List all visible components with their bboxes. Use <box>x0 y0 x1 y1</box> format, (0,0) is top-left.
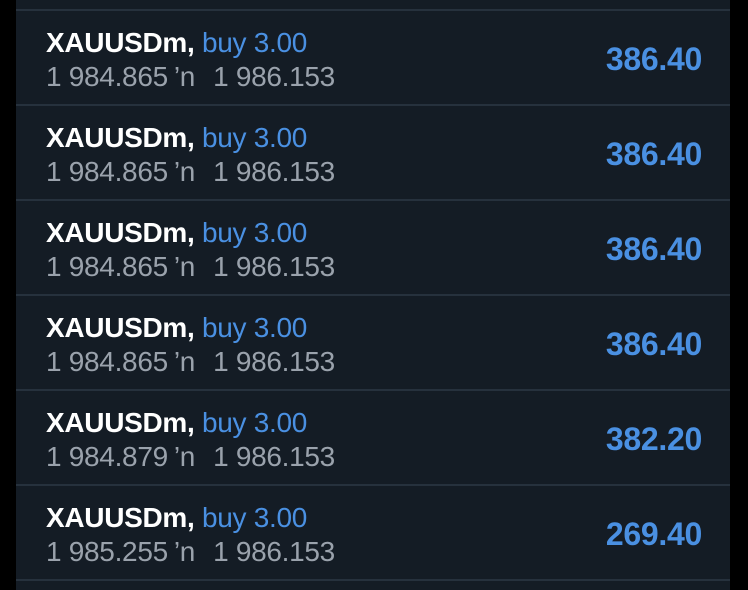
current-price: 1 986.153 <box>213 441 335 472</box>
position-separator: , <box>187 312 195 343</box>
current-price: 1 986.153 <box>213 156 335 187</box>
position-header: XAUUSDm, buy 3.00 <box>46 407 307 439</box>
position-symbol: XAUUSDm <box>46 312 188 343</box>
current-price: 1 986.153 <box>213 61 335 92</box>
position-symbol: XAUUSDm <box>46 407 188 438</box>
position-header: XAUUSDm, buy 3.00 <box>46 27 307 59</box>
open-price: 1 985.255 <box>46 536 168 567</box>
position-symbol: XAUUSDm <box>46 122 188 153</box>
position-symbol: XAUUSDm <box>46 27 188 58</box>
position-prices: 1 984.865’n 1 986.153 <box>46 156 335 188</box>
position-row[interactable]: XAUUSDm, buy 3.00 1 984.865’n 1 986.153 3… <box>16 201 730 296</box>
current-price: 1 986.153 <box>213 251 335 282</box>
position-row[interactable]: XAUUSDm, buy 3.00 1 984.865’n 1 986.153 3… <box>16 11 730 106</box>
position-profit: 386.40 <box>605 136 702 172</box>
position-profit: 269.40 <box>605 516 702 552</box>
position-prices: 1 984.865’n 1 986.153 <box>46 251 335 283</box>
current-price: 1 986.153 <box>213 536 335 567</box>
open-price: 1 984.879 <box>46 441 168 472</box>
price-arrow: ’n <box>173 156 196 187</box>
screen: XAUUSDm, buy 3.00 1 984.865’n 1 986.153 3… <box>0 0 748 590</box>
position-header: XAUUSDm, buy 3.00 <box>46 217 307 249</box>
position-header: XAUUSDm, buy 3.00 <box>46 312 307 344</box>
position-side: buy 3.00 <box>202 122 308 153</box>
position-row[interactable]: XAUUSDm, buy 3.00 1 984.879’n 1 986.153 3… <box>16 391 730 486</box>
position-symbol: XAUUSDm <box>46 502 188 533</box>
open-price: 1 984.865 <box>46 156 168 187</box>
position-separator: , <box>187 217 195 248</box>
position-profit: 386.40 <box>605 326 702 362</box>
current-price: 1 986.153 <box>213 346 335 377</box>
position-row[interactable]: XAUUSDm, buy 3.00 1 985.255’n 1 986.153 2… <box>16 486 730 581</box>
position-separator: , <box>187 502 195 533</box>
position-profit: 386.40 <box>605 41 702 77</box>
position-side: buy 3.00 <box>202 217 308 248</box>
price-arrow: ’n <box>173 61 196 92</box>
position-prices: 1 984.879’n 1 986.153 <box>46 441 335 473</box>
position-separator: , <box>187 122 195 153</box>
open-price: 1 984.865 <box>46 251 168 282</box>
position-profit: 386.40 <box>605 231 702 267</box>
price-arrow: ’n <box>173 251 196 282</box>
position-side: buy 3.00 <box>202 312 308 343</box>
position-row[interactable]: XAUUSDm, buy 3.00 1 984.865’n 1 986.153 3… <box>16 106 730 201</box>
position-prices: 1 984.865’n 1 986.153 <box>46 346 335 378</box>
position-prices: 1 985.255’n 1 986.153 <box>46 536 335 568</box>
open-price: 1 984.865 <box>46 61 168 92</box>
position-header: XAUUSDm, buy 3.00 <box>46 122 307 154</box>
position-side: buy 3.00 <box>202 502 308 533</box>
position-symbol: XAUUSDm <box>46 217 188 248</box>
position-header: XAUUSDm, buy 3.00 <box>46 502 307 534</box>
open-price: 1 984.865 <box>46 346 168 377</box>
price-arrow: ’n <box>173 441 196 472</box>
position-profit: 382.20 <box>605 421 702 457</box>
price-arrow: ’n <box>173 536 196 567</box>
position-separator: , <box>187 27 195 58</box>
position-side: buy 3.00 <box>202 407 308 438</box>
price-arrow: ’n <box>173 346 196 377</box>
position-separator: , <box>187 407 195 438</box>
position-prices: 1 984.865’n 1 986.153 <box>46 61 335 93</box>
position-row[interactable]: XAUUSDm, buy 3.00 1 984.865’n 1 986.153 3… <box>16 296 730 391</box>
position-side: buy 3.00 <box>202 27 308 58</box>
positions-list: XAUUSDm, buy 3.00 1 984.865’n 1 986.153 3… <box>16 0 730 590</box>
